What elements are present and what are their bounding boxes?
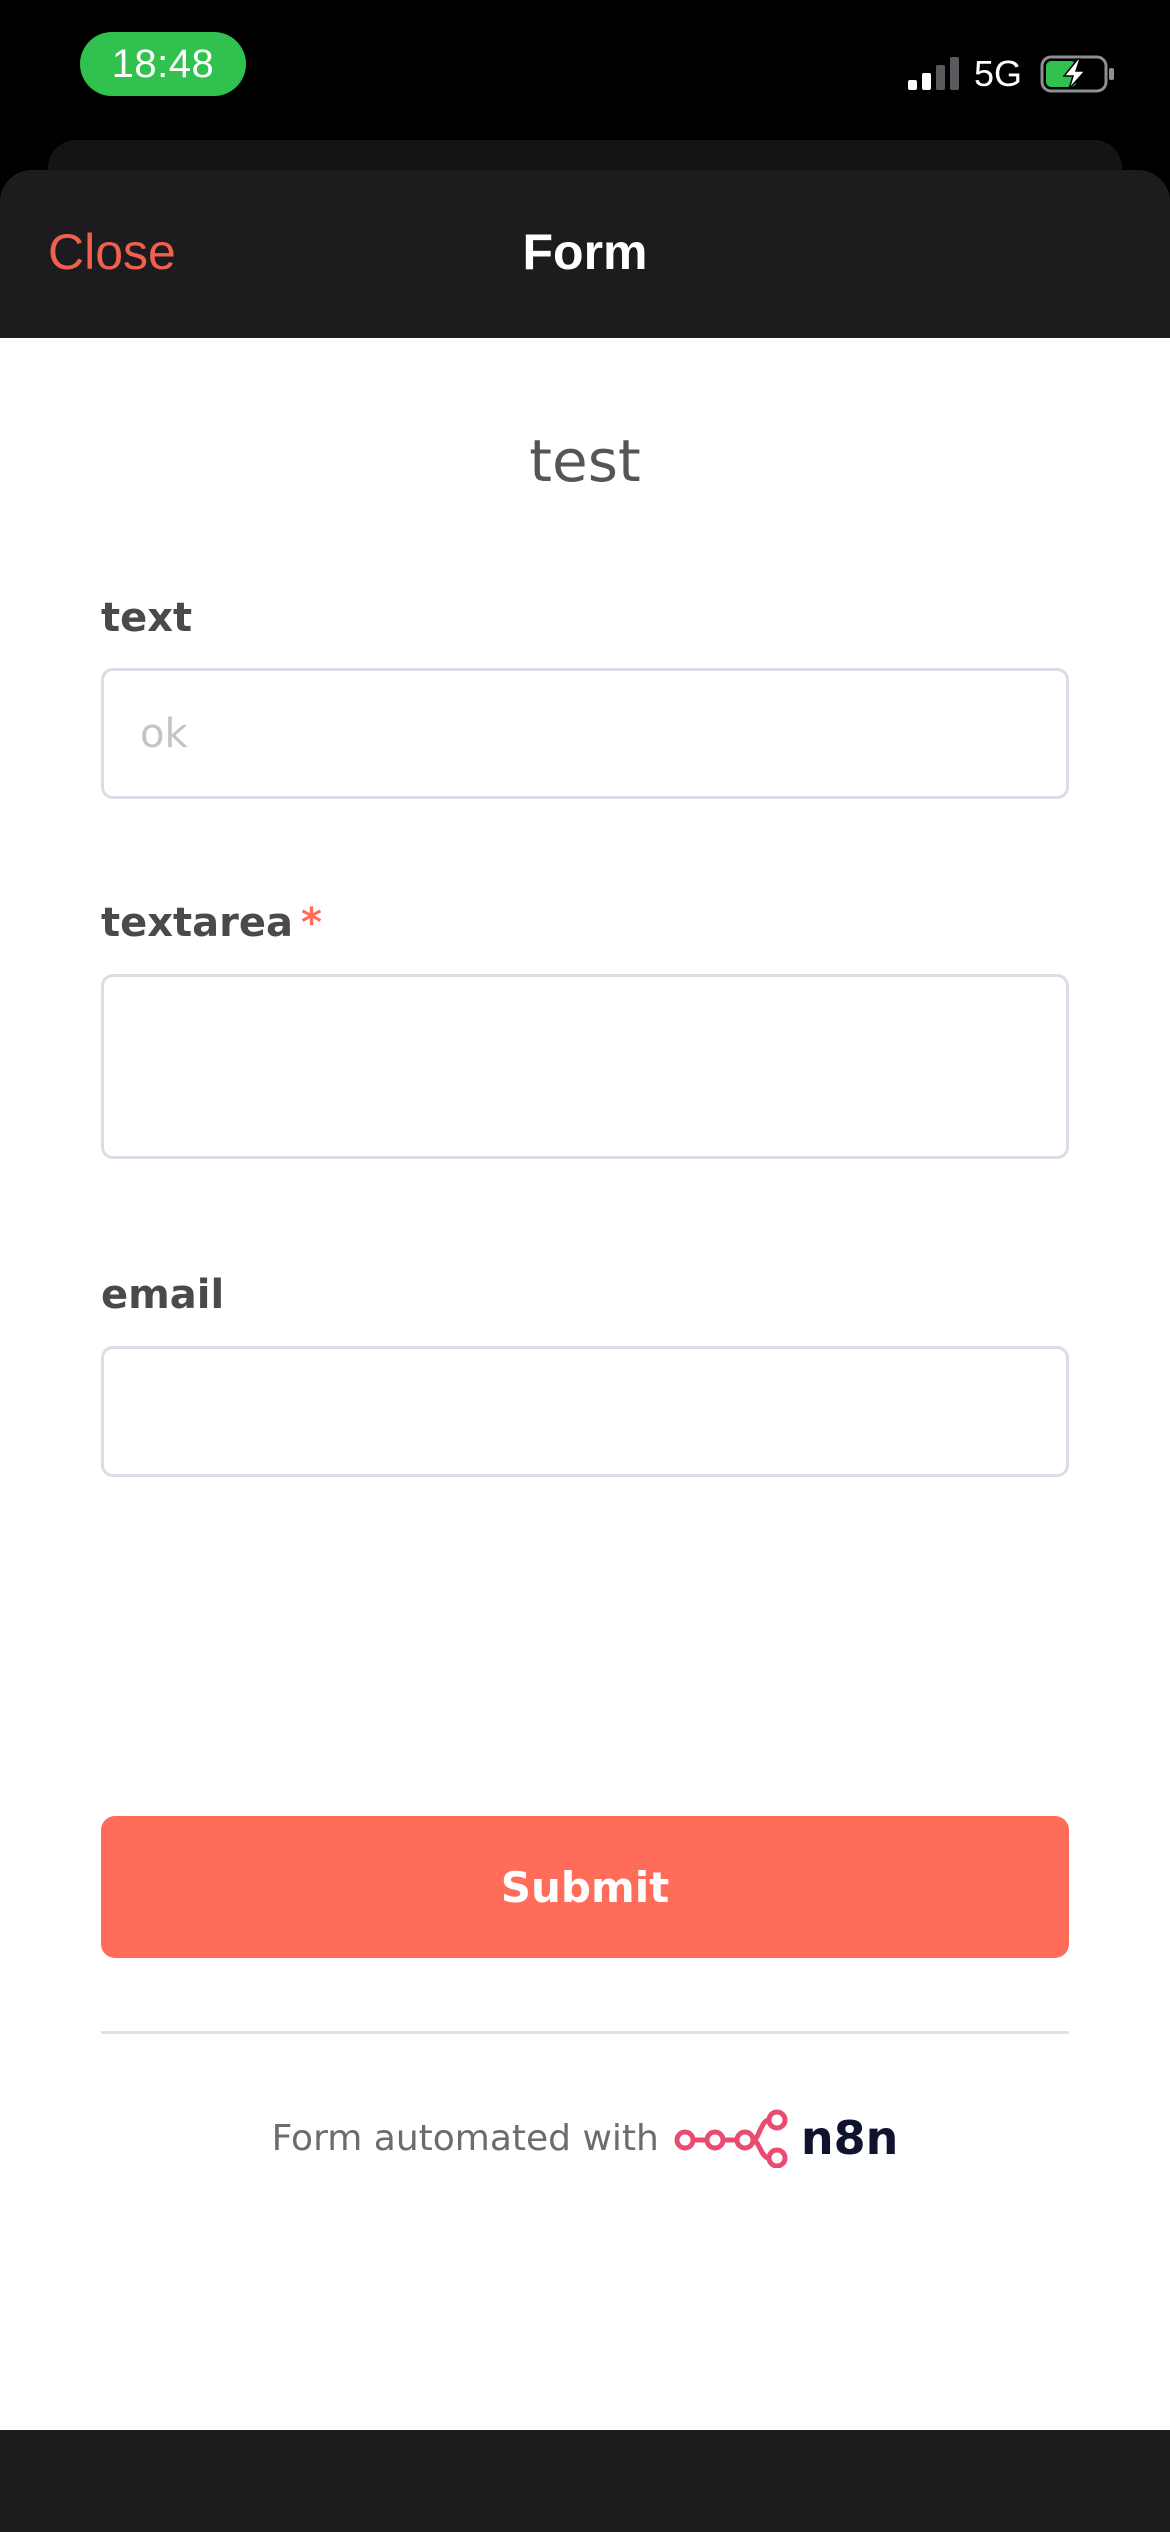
textarea-input[interactable] bbox=[101, 974, 1069, 1159]
bottom-bar bbox=[0, 2430, 1170, 2532]
email-input[interactable] bbox=[101, 1346, 1069, 1477]
navigation-bar: Close Form bbox=[0, 170, 1170, 338]
textarea-field-label: textarea * bbox=[101, 898, 322, 948]
submit-button[interactable]: Submit bbox=[101, 1816, 1069, 1958]
footer-text: Form automated with bbox=[271, 2117, 659, 2159]
text-input[interactable] bbox=[101, 668, 1069, 799]
battery-charging-icon bbox=[1040, 55, 1114, 93]
n8n-logo-icon[interactable] bbox=[673, 2108, 791, 2168]
n8n-wordmark[interactable]: n8n bbox=[801, 2111, 899, 2165]
phone-screen: 18:48 5G Close Form test text ok textare… bbox=[0, 0, 1170, 2532]
email-field-label: email bbox=[101, 1270, 224, 1320]
text-field-label: text bbox=[101, 593, 192, 643]
signal-icon bbox=[908, 57, 959, 90]
footer: Form automated with n8n bbox=[0, 2098, 1170, 2178]
form-content: test text textarea* email Submit Form au… bbox=[0, 338, 1170, 2430]
text-field-label-text: text bbox=[101, 595, 193, 641]
footer-divider bbox=[101, 2031, 1069, 2034]
network-type: 5G bbox=[974, 53, 1023, 94]
required-marker: * bbox=[301, 900, 322, 946]
nav-title: Form bbox=[522, 224, 648, 280]
email-field-label-text: email bbox=[101, 1272, 225, 1318]
form-title: test bbox=[529, 427, 641, 495]
textarea-field-label-text: textarea bbox=[101, 900, 294, 946]
status-time: 18:48 bbox=[80, 32, 246, 96]
form-modal-sheet: Close Form test text textarea* email Sub… bbox=[0, 170, 1170, 2430]
status-bar: 18:48 5G bbox=[0, 0, 1170, 140]
